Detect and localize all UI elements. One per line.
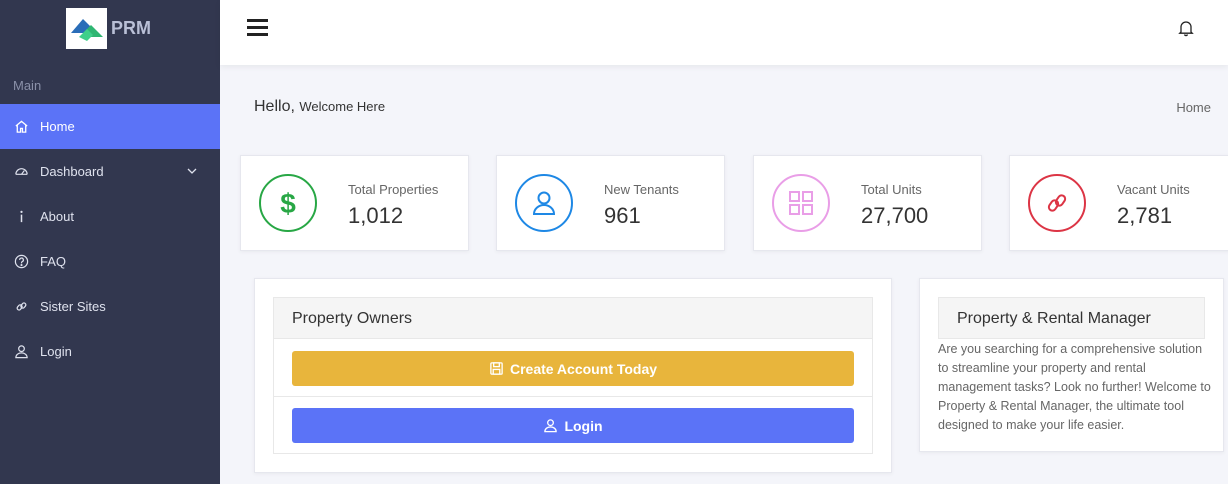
sidebar-section-label: Main <box>13 78 42 93</box>
page-title: Hello, Welcome Here <box>254 98 385 116</box>
stat-label: Total Properties <box>348 182 439 197</box>
link-icon <box>13 299 29 315</box>
help-icon <box>13 254 29 270</box>
stat-card-vacant-units: Vacant Units 2,781 <box>1009 155 1228 251</box>
sidebar-item-home[interactable]: Home <box>0 104 220 149</box>
grid-icon <box>772 174 830 232</box>
user-icon <box>544 419 558 433</box>
sidebar-item-about[interactable]: About <box>0 194 220 239</box>
dashboard-icon <box>13 164 29 180</box>
sidebar-item-dashboard[interactable]: Dashboard <box>0 149 220 194</box>
sidebar-item-sister-sites[interactable]: Sister Sites <box>0 284 220 329</box>
sidebar-item-login[interactable]: Login <box>0 329 220 374</box>
svg-text:$: $ <box>280 188 296 218</box>
panel-title: Property Owners <box>273 297 873 339</box>
bell-icon[interactable] <box>1177 19 1195 37</box>
welcome-hello: Hello, <box>254 98 295 115</box>
home-icon <box>13 119 29 135</box>
chevron-down-icon <box>187 168 197 174</box>
sidebar-item-label: FAQ <box>40 254 67 269</box>
login-button[interactable]: Login <box>292 408 854 443</box>
create-account-button[interactable]: Create Account Today <box>292 351 854 386</box>
breadcrumb[interactable]: Home <box>1176 100 1211 115</box>
panel-body: Create Account Today Login <box>273 339 873 454</box>
login-label: Login <box>564 417 603 434</box>
stat-card-new-tenants: New Tenants 961 <box>496 155 725 251</box>
stat-value: 1,012 <box>348 203 404 228</box>
info-card-title: Property & Rental Manager <box>938 297 1205 339</box>
stat-value: 27,700 <box>861 203 929 228</box>
sidebar-item-label: About <box>40 209 74 224</box>
sidebar-item-label: Sister Sites <box>40 299 106 314</box>
sidebar: PRM Main Home Dashboard About FAQ Sister… <box>0 0 220 484</box>
save-icon <box>490 362 503 375</box>
brand[interactable]: PRM <box>0 0 220 62</box>
stat-label: Vacant Units <box>1117 182 1190 197</box>
stat-card-total-properties: $ Total Properties 1,012 <box>240 155 469 251</box>
info-icon <box>13 209 29 225</box>
stat-label: Total Units <box>861 182 922 197</box>
stat-value: 2,781 <box>1117 203 1173 228</box>
brand-name: PRM <box>111 17 151 38</box>
property-owners-panel: Property Owners Create Account Today Log… <box>254 278 892 473</box>
stat-card-total-units: Total Units 27,700 <box>753 155 982 251</box>
logo <box>66 7 107 49</box>
welcome-subtitle: Welcome Here <box>299 99 386 114</box>
info-card: Property & Rental Manager Are you search… <box>919 278 1224 452</box>
info-card-text: Are you searching for a comprehensive so… <box>938 342 1211 432</box>
create-account-label: Create Account Today <box>509 360 658 377</box>
top-header <box>220 0 1228 65</box>
sidebar-item-faq[interactable]: FAQ <box>0 239 220 284</box>
sidebar-item-label: Dashboard <box>40 164 104 179</box>
hamburger-icon[interactable] <box>247 19 268 36</box>
stat-value: 961 <box>604 203 641 228</box>
user-icon <box>515 174 573 232</box>
sidebar-item-label: Home <box>40 119 75 134</box>
stat-label: New Tenants <box>604 182 679 197</box>
dollar-icon: $ <box>259 174 317 232</box>
sidebar-item-label: Login <box>40 344 72 359</box>
divider <box>274 396 872 397</box>
user-icon <box>13 344 29 360</box>
link-icon <box>1028 174 1086 232</box>
